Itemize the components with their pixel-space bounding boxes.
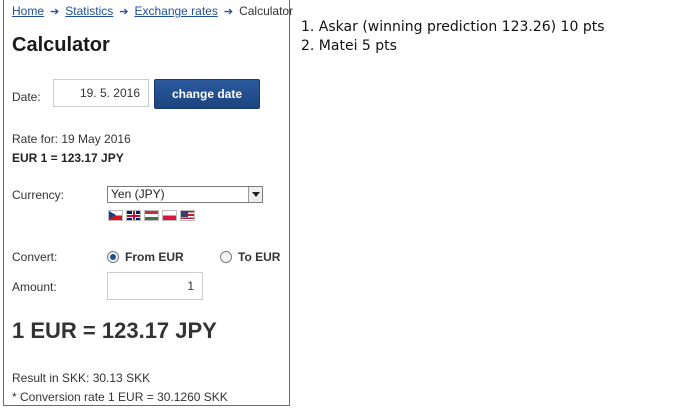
change-date-button[interactable]: change date: [154, 79, 260, 109]
rate-for-text: Rate for: 19 May 2016: [12, 132, 131, 146]
convert-label: Convert:: [12, 250, 58, 264]
breadcrumb-arrow-icon: ➔: [119, 6, 129, 18]
breadcrumb-current: Calculator: [239, 4, 294, 18]
breadcrumb: Home ➔ Statistics ➔ Exchange rates ➔ Calculato…: [12, 4, 293, 18]
currency-label: Currency:: [12, 188, 65, 202]
breadcrumb-arrow-icon: ➔: [50, 6, 60, 18]
from-eur-label[interactable]: From EUR: [125, 250, 184, 264]
to-eur-radio[interactable]: [220, 251, 232, 263]
rate-value-text: EUR 1 = 123.17 JPY: [12, 151, 124, 165]
flag-pl-icon[interactable]: [162, 210, 177, 221]
flag-cz-icon[interactable]: [108, 210, 123, 221]
breadcrumb-arrow-icon: ➔: [223, 6, 234, 18]
date-input[interactable]: 19. 5. 2016: [53, 79, 149, 107]
date-label: Date:: [12, 90, 41, 104]
currency-select[interactable]: Yen (JPY): [107, 186, 263, 203]
breadcrumb-home-link[interactable]: Home: [12, 4, 44, 18]
breadcrumb-statistics-link[interactable]: Statistics: [65, 4, 113, 18]
prediction-ranking: 1. Askar (winning prediction 123.26) 10 …: [301, 18, 605, 56]
ranking-item: 1. Askar (winning prediction 123.26) 10 …: [301, 19, 605, 35]
amount-input[interactable]: 1: [107, 272, 203, 300]
chevron-down-icon[interactable]: [248, 187, 262, 202]
ranking-item: 2. Matei 5 pts: [301, 38, 397, 54]
to-eur-label[interactable]: To EUR: [238, 250, 280, 264]
breadcrumb-exchange-rates-link[interactable]: Exchange rates: [134, 4, 217, 18]
amount-label: Amount:: [12, 280, 57, 294]
flag-gb-icon[interactable]: [126, 210, 141, 221]
calculator-panel: Home ➔ Statistics ➔ Exchange rates ➔ Calculato…: [3, 0, 293, 406]
currency-selected-value: Yen (JPY): [111, 187, 165, 201]
from-eur-radio[interactable]: [107, 251, 119, 263]
result-skk-text: Result in SKK: 30.13 SKK: [12, 371, 151, 385]
flag-hu-icon[interactable]: [144, 210, 159, 221]
conversion-result: 1 EUR = 123.17 JPY: [12, 318, 217, 343]
currency-flags: [108, 210, 195, 221]
conversion-rate-text: * Conversion rate 1 EUR = 30.1260 SKK: [12, 390, 228, 404]
page-title: Calculator: [12, 34, 110, 56]
flag-us-icon[interactable]: [180, 210, 195, 221]
